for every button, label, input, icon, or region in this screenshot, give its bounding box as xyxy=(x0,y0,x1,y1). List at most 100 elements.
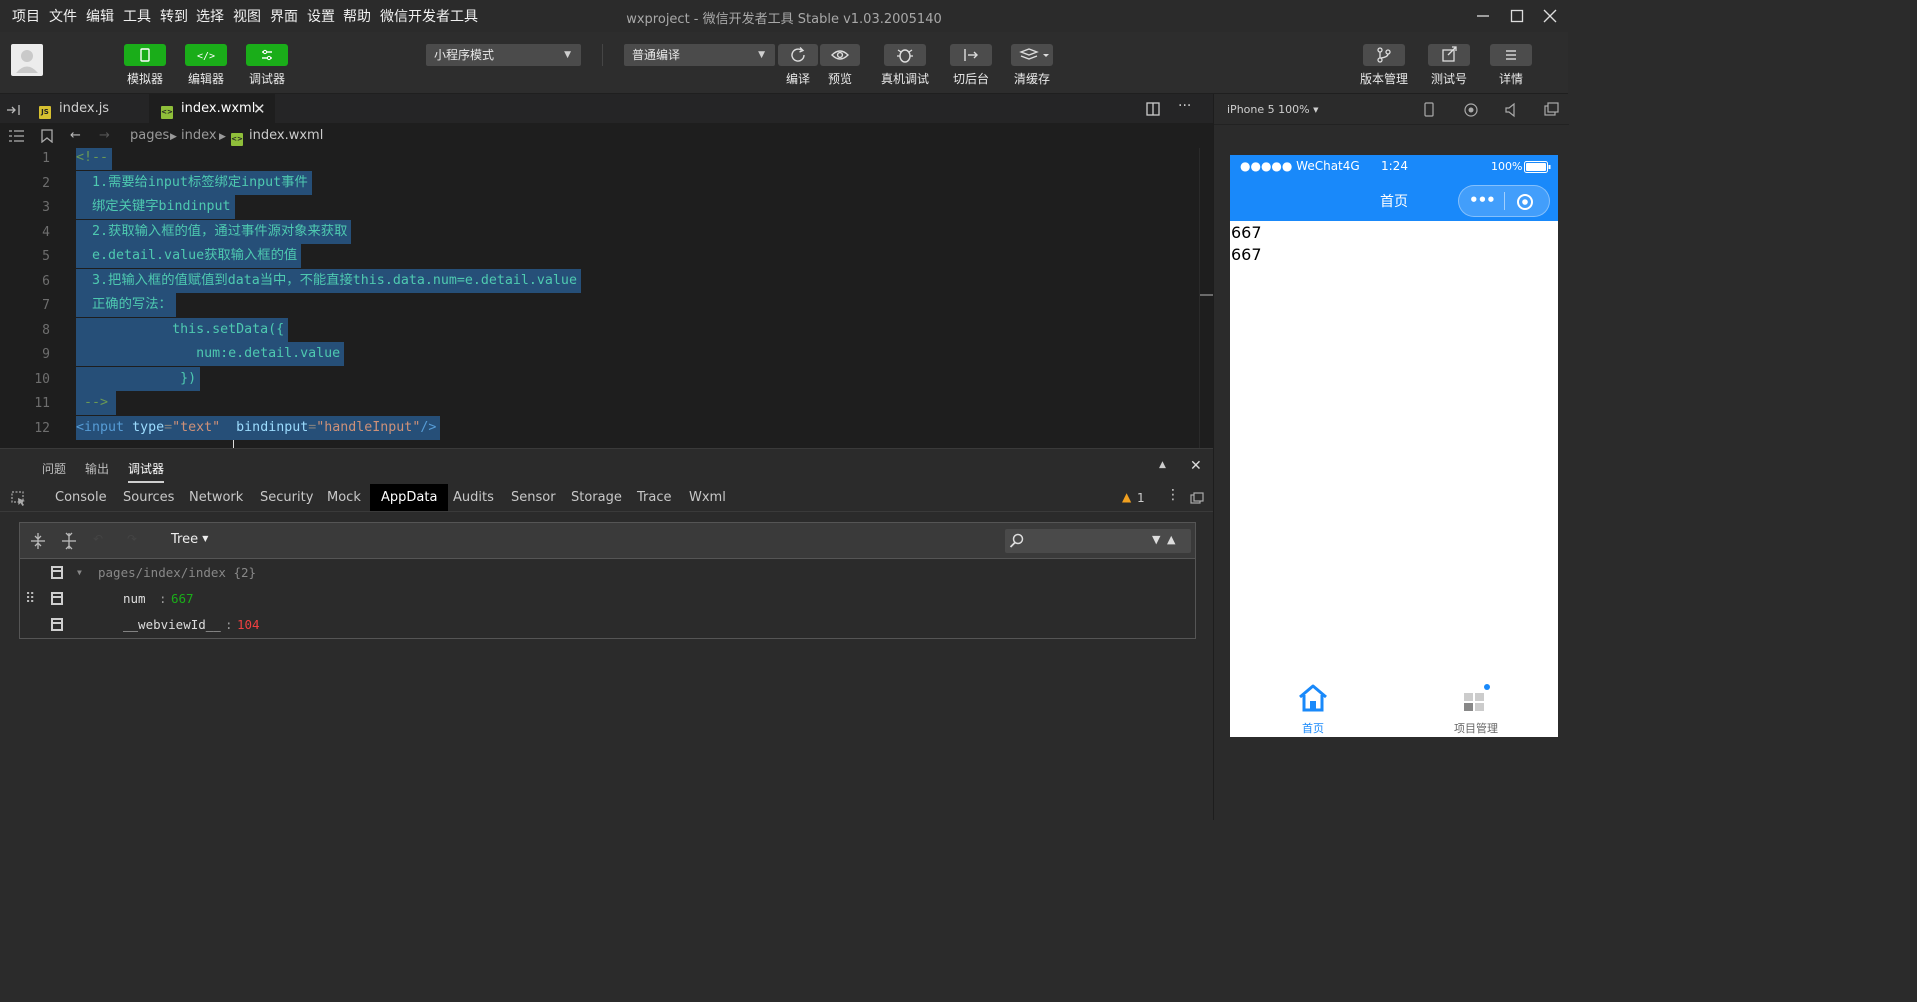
test-account-button[interactable] xyxy=(1428,44,1470,66)
details-label: 详情 xyxy=(1498,72,1523,86)
collapse-all-icon[interactable] xyxy=(61,532,77,550)
compile-button[interactable] xyxy=(778,44,818,66)
split-editor-icon[interactable] xyxy=(1146,102,1160,116)
wxml-file-icon: <> xyxy=(231,133,243,146)
more-options-icon[interactable]: ··· xyxy=(1178,98,1191,114)
warning-icon[interactable]: ▲ xyxy=(1122,490,1131,504)
code-line-input-tag: <input type="text" bindinput="handleInpu… xyxy=(76,416,441,440)
devtab-wxml[interactable]: Wxml xyxy=(683,484,732,511)
status-time: 1:24 xyxy=(1381,159,1408,173)
device-select[interactable]: iPhone 5 100% ▼ xyxy=(1227,103,1318,116)
tabbar-item-project[interactable]: 项目管理 xyxy=(1442,679,1514,737)
devtab-sources[interactable]: Sources xyxy=(117,484,180,511)
tree-value[interactable]: 667 xyxy=(171,586,194,612)
remote-debug-label: 真机调试 xyxy=(880,72,929,86)
remote-debug-button[interactable] xyxy=(884,44,926,66)
menu-project[interactable]: 项目 xyxy=(12,6,40,26)
devtab-mock[interactable]: Mock xyxy=(321,484,367,511)
devtab-sensor[interactable]: Sensor xyxy=(505,484,562,511)
expand-arrow-icon[interactable]: ▼ xyxy=(77,560,82,586)
maximize-panel-icon[interactable]: ▲ xyxy=(1159,460,1166,470)
collapse-sidebar-icon[interactable] xyxy=(6,103,24,117)
code-editor[interactable]: 1 2 3 4 5 6 7 8 9 10 11 12 <!-- 1.需要给inp… xyxy=(0,148,1213,448)
tree-row-num[interactable]: ⠿ num : 667 xyxy=(20,586,1195,612)
clear-cache-button[interactable] xyxy=(1011,44,1053,66)
avatar[interactable] xyxy=(11,44,43,76)
line-number: 4 xyxy=(42,225,50,240)
breadcrumb-index[interactable]: index xyxy=(181,128,217,143)
code-line: this.setData({ xyxy=(76,318,289,342)
editor-tab-bar: JS index.js <> index.wxml ✕ ··· xyxy=(0,94,1213,124)
search-prev-icon[interactable]: ▲ xyxy=(1167,533,1175,546)
search-icon xyxy=(1009,533,1024,548)
tab-debugger[interactable]: 调试器 xyxy=(128,460,165,483)
devtab-network[interactable]: Network xyxy=(183,484,249,511)
menu-file[interactable]: 文件 xyxy=(49,6,77,26)
menu-tools[interactable]: 工具 xyxy=(123,6,151,26)
menu-select[interactable]: 选择 xyxy=(196,6,224,26)
list-outline-icon[interactable] xyxy=(9,130,25,142)
menu-interface[interactable]: 界面 xyxy=(270,6,298,26)
editor-label: 编辑器 xyxy=(187,72,224,86)
menu-wechat-devtools[interactable]: 微信开发者工具 xyxy=(380,6,478,26)
expand-all-icon[interactable] xyxy=(30,532,46,550)
devtab-audits[interactable]: Audits xyxy=(447,484,500,511)
editor-scrollbar[interactable] xyxy=(1199,148,1213,448)
bookmark-icon[interactable] xyxy=(41,129,53,143)
inspect-element-icon[interactable] xyxy=(11,491,27,507)
mode-select[interactable]: 小程序模式 ▼ xyxy=(426,44,581,66)
battery-icon xyxy=(1524,161,1551,173)
tabbar-item-home[interactable]: 首页 xyxy=(1278,679,1348,737)
devtab-appdata[interactable]: AppData xyxy=(370,484,449,511)
simulator-button[interactable] xyxy=(124,44,166,66)
forward-arrow-icon[interactable]: → xyxy=(99,128,110,143)
close-panel-icon[interactable]: ✕ xyxy=(1190,458,1202,474)
appdata-search-input[interactable]: ▼ ▲ xyxy=(1005,529,1191,553)
view-mode-select[interactable]: Tree ▼ xyxy=(171,532,208,547)
phone-screen[interactable]: ●●●●● WeChat4G 1:24 100% 首页 ••• 667 667 … xyxy=(1230,155,1558,737)
breadcrumb-file[interactable]: <> index.wxml xyxy=(231,128,323,146)
menu-help[interactable]: 帮助 xyxy=(343,6,371,26)
tabbar-label-home: 首页 xyxy=(1302,722,1324,735)
tree-root-row[interactable]: ▼ pages/index/index {2} xyxy=(20,560,1195,586)
debugger-button[interactable] xyxy=(246,44,288,66)
dock-side-icon[interactable] xyxy=(1190,492,1204,504)
volume-icon[interactable] xyxy=(1504,102,1520,118)
tab-problems[interactable]: 问题 xyxy=(42,460,66,477)
more-dots-icon[interactable]: ••• xyxy=(1469,191,1496,209)
menu-goto[interactable]: 转到 xyxy=(160,6,188,26)
line-number: 3 xyxy=(42,200,50,215)
tab-index-wxml[interactable]: <> index.wxml ✕ xyxy=(149,94,275,124)
switch-background-icon xyxy=(964,49,978,61)
search-next-icon[interactable]: ▼ xyxy=(1152,533,1160,546)
devtab-console[interactable]: Console xyxy=(49,484,113,511)
devtab-trace[interactable]: Trace xyxy=(631,484,678,511)
menu-edit[interactable]: 编辑 xyxy=(86,6,114,26)
devtab-security[interactable]: Security xyxy=(254,484,319,511)
detach-window-icon[interactable] xyxy=(1544,102,1560,116)
breadcrumb-pages[interactable]: pages xyxy=(130,128,169,143)
tab-output[interactable]: 输出 xyxy=(85,460,109,477)
background-button[interactable] xyxy=(950,44,992,66)
close-window-button[interactable] xyxy=(1528,2,1572,30)
record-icon[interactable] xyxy=(1463,102,1479,118)
tab-index-js[interactable]: JS index.js xyxy=(28,94,148,124)
menu-settings[interactable]: 设置 xyxy=(307,6,335,26)
redo-icon: ↷ xyxy=(127,532,138,546)
phone-icon[interactable] xyxy=(1423,102,1435,118)
more-options-icon[interactable]: ⋮ xyxy=(1166,487,1180,503)
editor-button[interactable]: </> xyxy=(185,44,227,66)
version-control-button[interactable] xyxy=(1363,44,1405,66)
devtab-storage[interactable]: Storage xyxy=(565,484,628,511)
close-tab-icon[interactable]: ✕ xyxy=(253,94,266,124)
menu-view[interactable]: 视图 xyxy=(233,6,261,26)
details-button[interactable] xyxy=(1490,44,1532,66)
close-miniprogram-icon[interactable] xyxy=(1515,192,1535,212)
back-arrow-icon[interactable]: ← xyxy=(70,128,81,143)
tree-row-webviewid[interactable]: __webviewId__ : 104 xyxy=(20,612,1195,638)
scrollbar-thumb[interactable] xyxy=(1200,294,1213,296)
tree-value[interactable]: 104 xyxy=(237,612,260,638)
drag-handle-icon[interactable]: ⠿ xyxy=(25,586,35,612)
compile-mode-select[interactable]: 普通编译 ▼ xyxy=(624,44,775,66)
preview-button[interactable] xyxy=(820,44,860,66)
